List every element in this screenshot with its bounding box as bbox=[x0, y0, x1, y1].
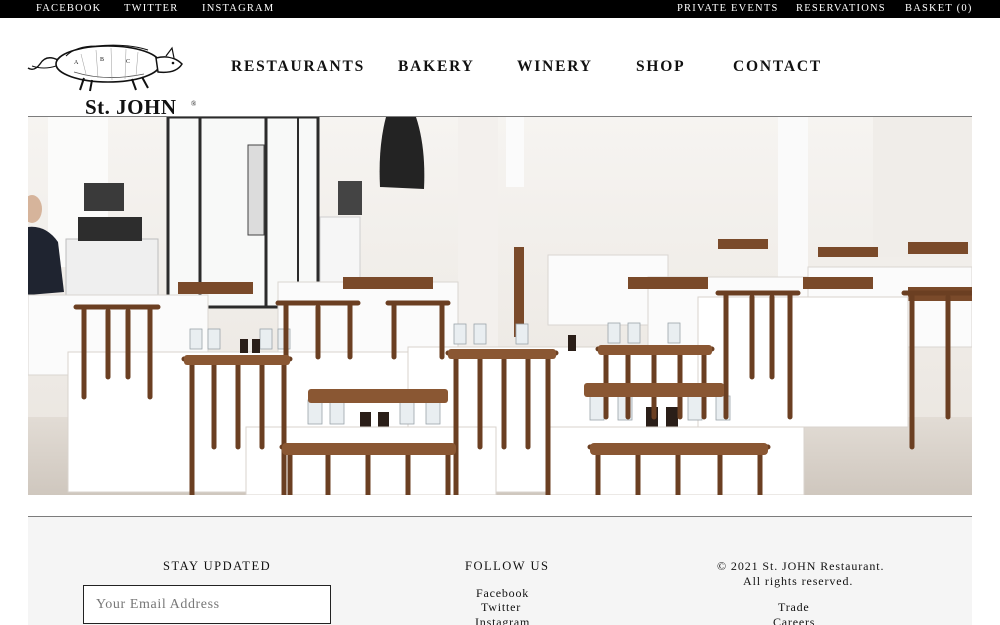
nav-bakery[interactable]: BAKERY bbox=[398, 58, 475, 76]
footer-trade-link[interactable]: Trade bbox=[778, 600, 810, 615]
site-footer: STAY UPDATED FOLLOW US Facebook Twitter … bbox=[28, 517, 972, 625]
site-logo[interactable]: A B C St. JOHN ® bbox=[26, 34, 196, 119]
svg-text:C: C bbox=[126, 59, 130, 65]
topbar-facebook-link[interactable]: FACEBOOK bbox=[36, 3, 101, 14]
footer-twitter-link[interactable]: Twitter bbox=[481, 600, 521, 615]
footer-instagram-link[interactable]: Instagram bbox=[475, 615, 530, 625]
topbar-reservations-link[interactable]: RESERVATIONS bbox=[796, 3, 886, 14]
registered-mark: ® bbox=[191, 100, 197, 108]
svg-text:B: B bbox=[100, 57, 104, 63]
newsletter-email-input[interactable] bbox=[83, 585, 331, 624]
footer-facebook-link[interactable]: Facebook bbox=[476, 586, 529, 601]
dining-room-image bbox=[28, 117, 972, 495]
topbar-basket-link[interactable]: BASKET (0) bbox=[905, 3, 973, 14]
top-bar: FACEBOOK TWITTER INSTAGRAM PRIVATE EVENT… bbox=[0, 0, 1000, 18]
topbar-private-events-link[interactable]: PRIVATE EVENTS bbox=[677, 3, 779, 14]
hero-photo bbox=[28, 117, 972, 495]
stay-updated-title: STAY UPDATED bbox=[163, 559, 272, 573]
nav-shop[interactable]: SHOP bbox=[636, 58, 685, 76]
pig-logo-icon: A B C bbox=[27, 44, 183, 92]
rights-reserved-text: All rights reserved. bbox=[743, 574, 854, 588]
nav-contact[interactable]: CONTACT bbox=[733, 58, 822, 76]
svg-text:A: A bbox=[74, 60, 79, 66]
nav-restaurants[interactable]: RESTAURANTS bbox=[231, 58, 365, 76]
follow-us-title: FOLLOW US bbox=[465, 559, 550, 573]
site-header: A B C St. JOHN ® RESTAURANTS BAKERY WINE… bbox=[0, 18, 1000, 119]
copyright-text: © 2021 St. JOHN Restaurant. bbox=[717, 559, 885, 573]
footer-careers-link[interactable]: Careers bbox=[773, 615, 815, 625]
topbar-twitter-link[interactable]: TWITTER bbox=[124, 3, 178, 14]
topbar-instagram-link[interactable]: INSTAGRAM bbox=[202, 3, 274, 14]
nav-winery[interactable]: WINERY bbox=[517, 58, 593, 76]
